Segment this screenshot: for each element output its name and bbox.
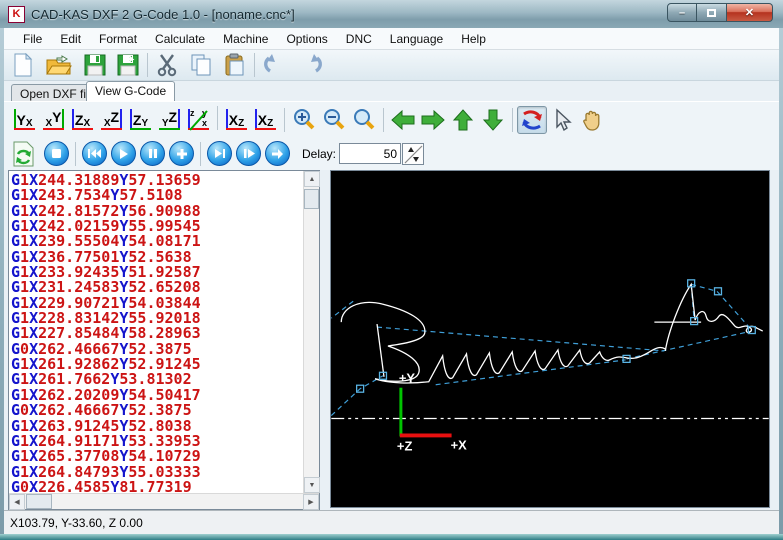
cut-icon[interactable] bbox=[152, 52, 182, 79]
delay-label: Delay: bbox=[302, 147, 336, 161]
toolbar-separator bbox=[147, 53, 148, 77]
toolpath-drawing[interactable]: +Y +X +Z bbox=[331, 171, 769, 507]
minimize-button[interactable]: – bbox=[667, 3, 697, 22]
content-area: G1X244.31889Y57.13659G1X243.7534Y57.5108… bbox=[4, 170, 779, 510]
view-z-x-button[interactable]: ZX bbox=[69, 106, 96, 133]
pan-up-icon[interactable] bbox=[448, 106, 478, 134]
gcode-list-panel[interactable]: G1X244.31889Y57.13659G1X243.7534Y57.5108… bbox=[8, 170, 320, 510]
play-button[interactable] bbox=[111, 141, 136, 166]
toolbar-separator bbox=[284, 108, 285, 132]
gcode-preview-canvas[interactable]: +Y +X +Z bbox=[330, 170, 770, 508]
app-logo-icon: K bbox=[8, 6, 25, 23]
view-x-z-front-button[interactable]: XZ bbox=[223, 106, 250, 133]
view-toolbar: YXXYZXXZZYYZzyxXZXZ bbox=[4, 101, 779, 137]
canvas-handle[interactable] bbox=[691, 318, 698, 325]
delay-input[interactable] bbox=[339, 143, 401, 164]
view-y-x-button[interactable]: YX bbox=[11, 106, 38, 133]
pan-right-icon[interactable] bbox=[418, 106, 448, 134]
menu-item-edit[interactable]: Edit bbox=[51, 29, 90, 49]
selection-handles bbox=[357, 280, 756, 392]
select-pointer-icon[interactable] bbox=[547, 106, 577, 134]
horizontal-scroll-thumb[interactable] bbox=[26, 494, 52, 509]
menu-item-dnc[interactable]: DNC bbox=[337, 29, 381, 49]
menu-item-calculate[interactable]: Calculate bbox=[146, 29, 214, 49]
statusbar: X103.79, Y-33.60, Z 0.00 bbox=[4, 510, 779, 534]
zoom-out-icon[interactable] bbox=[319, 106, 349, 134]
view-y-z-button[interactable]: YZ bbox=[156, 106, 183, 133]
gcode-line[interactable]: G0X226.4585Y81.77319 bbox=[11, 480, 302, 492]
view-z-y-button[interactable]: ZY bbox=[127, 106, 154, 133]
maximize-button[interactable] bbox=[697, 3, 727, 22]
delay-spinner[interactable] bbox=[402, 143, 424, 165]
stop-button[interactable] bbox=[44, 141, 69, 166]
new-file-icon[interactable] bbox=[8, 52, 38, 79]
menu-item-language[interactable]: Language bbox=[381, 29, 452, 49]
y-axis-label: +Y bbox=[399, 371, 416, 386]
cut-path-signature bbox=[341, 284, 762, 383]
menu-item-machine[interactable]: Machine bbox=[214, 29, 277, 49]
scroll-down-icon[interactable]: ▼ bbox=[304, 477, 320, 493]
tab-bar: Open DXF file View G-Code bbox=[4, 81, 779, 101]
zoom-in-icon[interactable] bbox=[289, 106, 319, 134]
gcode-lines[interactable]: G1X244.31889Y57.13659G1X243.7534Y57.5108… bbox=[11, 173, 302, 492]
canvas-handle[interactable] bbox=[715, 288, 722, 295]
z-axis-label: +Z bbox=[397, 438, 413, 453]
toolbar-separator bbox=[200, 142, 201, 166]
menu-item-help[interactable]: Help bbox=[452, 29, 495, 49]
recalculate-gcode-icon[interactable] bbox=[8, 140, 38, 167]
x-axis-label: +X bbox=[451, 437, 468, 452]
scroll-up-icon[interactable]: ▲ bbox=[304, 171, 320, 187]
view-x-y-button[interactable]: XY bbox=[40, 106, 67, 133]
open-file-icon[interactable] bbox=[44, 52, 74, 79]
save-as-icon[interactable] bbox=[113, 52, 143, 79]
gcode-horizontal-scrollbar[interactable]: ◀ ▶ bbox=[9, 493, 319, 509]
view-x-z-back-button[interactable]: XZ bbox=[252, 106, 279, 133]
save-file-icon[interactable] bbox=[80, 52, 110, 79]
menu-item-file[interactable]: File bbox=[14, 29, 51, 49]
toolbar-separator bbox=[75, 142, 76, 166]
pan-hand-icon[interactable] bbox=[577, 106, 607, 134]
window-title: CAD-KAS DXF 2 G-Code 1.0 - [noname.cnc*] bbox=[31, 7, 295, 22]
add-button[interactable] bbox=[169, 141, 194, 166]
redo-icon[interactable] bbox=[297, 52, 327, 79]
menubar: FileEditFormatCalculateMachineOptionsDNC… bbox=[4, 28, 779, 50]
toolbar-separator bbox=[217, 106, 218, 130]
close-button[interactable]: ✕ bbox=[727, 3, 773, 22]
zoom-reset-icon[interactable] bbox=[349, 106, 379, 134]
simulation-toolbar: Delay: bbox=[4, 137, 779, 170]
toolbar-separator bbox=[383, 108, 384, 132]
menu-item-format[interactable]: Format bbox=[90, 29, 146, 49]
pan-left-icon[interactable] bbox=[388, 106, 418, 134]
rotate-view-icon[interactable] bbox=[517, 106, 547, 134]
vertical-scroll-thumb[interactable] bbox=[304, 189, 319, 209]
paste-icon[interactable] bbox=[220, 52, 250, 79]
copy-icon[interactable] bbox=[186, 52, 216, 79]
pan-down-icon[interactable] bbox=[478, 106, 508, 134]
rapid-move-paths bbox=[331, 284, 751, 415]
pause-button[interactable] bbox=[140, 141, 165, 166]
app-window: K CAD-KAS DXF 2 G-Code 1.0 - [noname.cnc… bbox=[0, 0, 783, 540]
step-forward-button[interactable] bbox=[265, 141, 290, 166]
play-to-end-button[interactable] bbox=[207, 141, 232, 166]
position-readout: X103.79, Y-33.60, Z 0.00 bbox=[10, 516, 143, 530]
toolbar-separator bbox=[254, 53, 255, 77]
tab-view-g-code[interactable]: View G-Code bbox=[86, 81, 175, 101]
step-pause-button[interactable] bbox=[236, 141, 261, 166]
menu-item-options[interactable]: Options bbox=[277, 29, 336, 49]
toolbar-separator bbox=[512, 108, 513, 132]
titlebar[interactable]: K CAD-KAS DXF 2 G-Code 1.0 - [noname.cnc… bbox=[0, 0, 783, 28]
view-3d-button[interactable]: zyx bbox=[185, 106, 212, 133]
scroll-left-icon[interactable]: ◀ bbox=[9, 494, 25, 510]
gcode-vertical-scrollbar[interactable]: ▲ ▼ bbox=[303, 171, 319, 493]
skip-to-start-button[interactable] bbox=[82, 141, 107, 166]
view-x-z-button[interactable]: XZ bbox=[98, 106, 125, 133]
window-bottom-frame bbox=[0, 534, 783, 540]
undo-icon[interactable] bbox=[259, 52, 289, 79]
scroll-right-icon[interactable]: ▶ bbox=[303, 494, 319, 510]
main-toolbar bbox=[4, 50, 779, 81]
